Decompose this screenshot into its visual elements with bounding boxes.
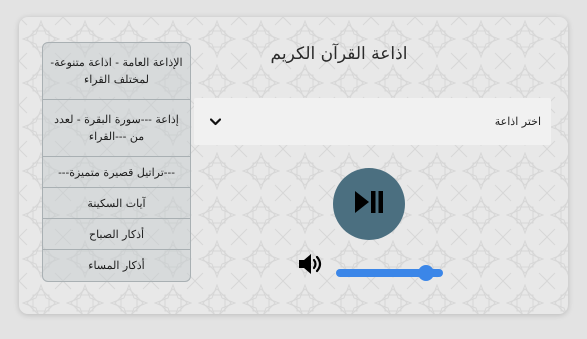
station-menu: الإذاعة العامة - اذاعة متنوعة- لمختلف ال… [42, 42, 191, 282]
station-select-value: اختر اذاعة [494, 115, 541, 128]
menu-item-short-recitations[interactable]: ---تراتيل قصيرة متميزة--- [43, 157, 190, 188]
play-pause-button[interactable] [333, 168, 405, 240]
menu-item-label: آيات السكينة [87, 196, 146, 210]
menu-item-evening-adhkar[interactable]: أذكار المساء [43, 250, 190, 281]
menu-item-label: ---تراتيل قصيرة متميزة--- [58, 165, 175, 179]
menu-item-label: إذاعة ---سورة البقرة - لعدد من ---القراء [54, 113, 179, 143]
menu-item-general-radio[interactable]: الإذاعة العامة - اذاعة متنوعة- لمختلف ال… [43, 43, 190, 100]
play-pause-icon [354, 190, 384, 218]
page-title: اذاعة القرآن الكريم [270, 44, 408, 64]
radio-card: اذاعة القرآن الكريم اختر اذاعة الإذاعة ا… [19, 17, 568, 314]
menu-item-label: أذكار الصباح [88, 227, 145, 241]
speaker-icon[interactable] [298, 253, 326, 275]
chevron-down-icon [208, 115, 222, 129]
volume-slider[interactable] [336, 265, 443, 281]
station-select[interactable]: اختر اذاعة [194, 98, 551, 145]
menu-item-baqarah-radio[interactable]: إذاعة ---سورة البقرة - لعدد من ---القراء [43, 100, 190, 157]
menu-item-sakinah-verses[interactable]: آيات السكينة [43, 188, 190, 219]
menu-item-morning-adhkar[interactable]: أذكار الصباح [43, 219, 190, 250]
volume-slider-thumb[interactable] [418, 265, 434, 281]
menu-item-label: الإذاعة العامة - اذاعة متنوعة- لمختلف ال… [50, 56, 183, 86]
menu-item-label: أذكار المساء [88, 259, 145, 272]
